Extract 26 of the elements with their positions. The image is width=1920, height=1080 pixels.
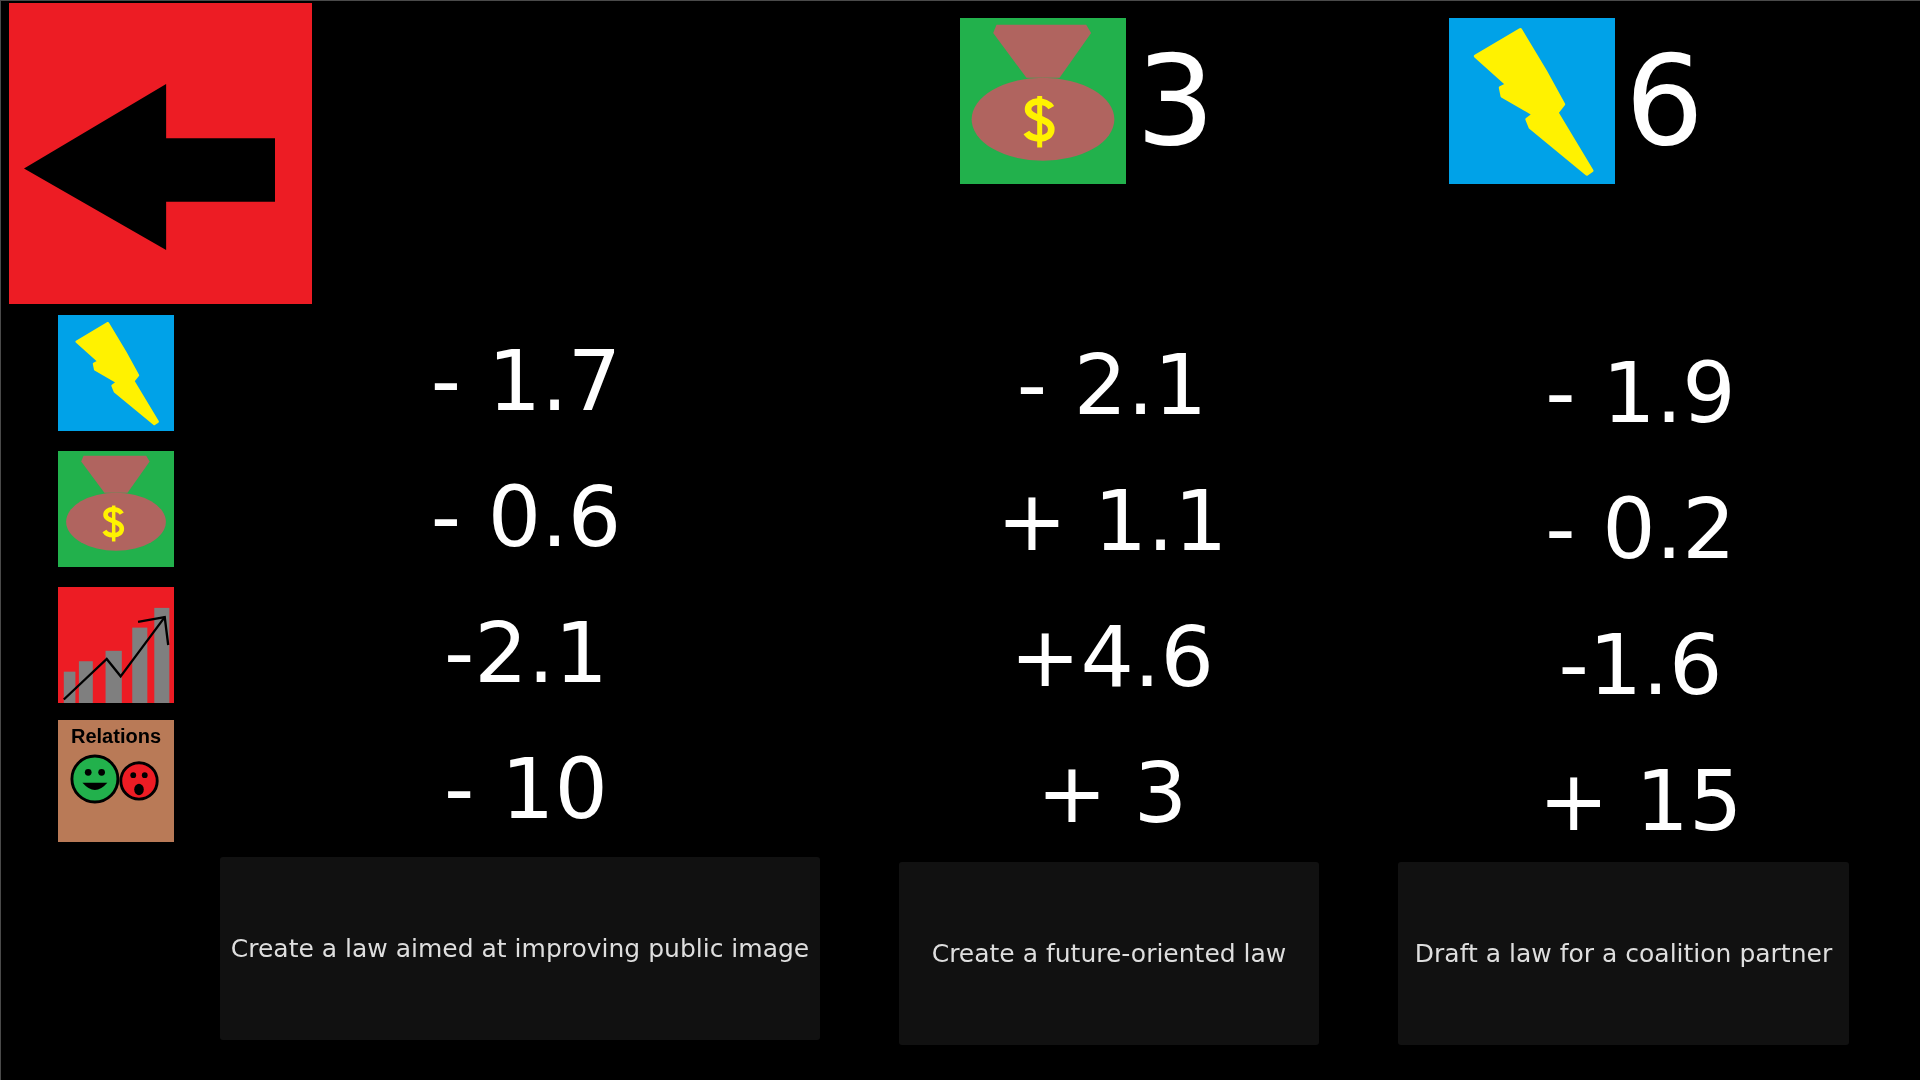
relations-label: Relations bbox=[71, 725, 161, 747]
resource-amount: 3 bbox=[1136, 39, 1215, 163]
effect-value: -2.1 bbox=[444, 606, 608, 700]
resource-amount: 6 bbox=[1625, 39, 1704, 163]
effect-value: - 10 bbox=[444, 742, 608, 836]
smiley-faces-icon bbox=[70, 753, 162, 805]
lightning-icon bbox=[58, 315, 174, 431]
lightning-icon bbox=[1449, 18, 1615, 184]
money-bag-icon bbox=[960, 18, 1126, 184]
effect-value: -1.6 bbox=[1558, 618, 1723, 712]
effect-value: - 0.2 bbox=[1545, 482, 1736, 576]
effect-value: +4.6 bbox=[1010, 610, 1214, 704]
option-button[interactable]: Draft a law for a coalition partner bbox=[1398, 862, 1849, 1045]
effect-value: - 0.6 bbox=[430, 470, 622, 564]
effect-value: + 3 bbox=[1036, 746, 1188, 840]
effect-value: - 1.7 bbox=[430, 334, 622, 428]
effect-value: + 15 bbox=[1538, 754, 1743, 848]
left-arrow-icon bbox=[24, 84, 275, 250]
money-bag-icon bbox=[58, 451, 174, 567]
option-button[interactable]: Create a law aimed at improving public image bbox=[220, 857, 820, 1040]
back-button[interactable] bbox=[9, 3, 312, 304]
effect-value: - 1.9 bbox=[1545, 346, 1736, 440]
effect-value: + 1.1 bbox=[996, 474, 1228, 568]
option-button[interactable]: Create a future-oriented law bbox=[899, 862, 1319, 1045]
bar-chart-icon bbox=[58, 587, 174, 703]
effect-value: - 2.1 bbox=[1016, 338, 1208, 432]
